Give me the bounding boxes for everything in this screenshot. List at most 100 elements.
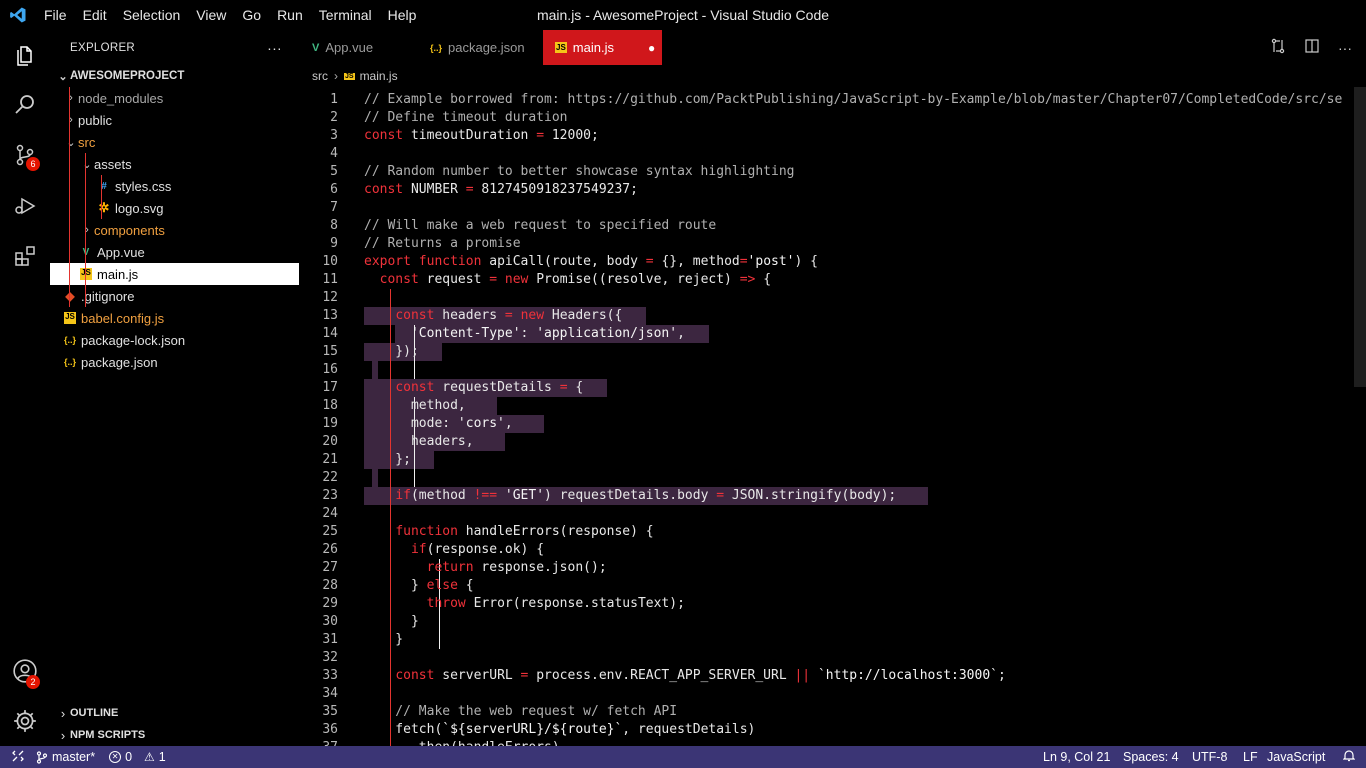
breadcrumb-separator: › [334, 69, 338, 83]
code-line[interactable]: function handleErrors(response) { [364, 523, 653, 541]
menu-terminal[interactable]: Terminal [311, 0, 380, 30]
code-line[interactable]: 'Content-Type': 'application/json', [364, 325, 685, 343]
code-line[interactable]: } [364, 613, 419, 631]
compare-changes-icon[interactable] [1270, 38, 1286, 57]
tree-item-gitignore[interactable]: ◆.gitignore [50, 285, 299, 307]
code-line[interactable]: // Example borrowed from: https://github… [364, 91, 1342, 109]
code-line[interactable]: } else { [364, 577, 474, 595]
settings-gear-icon[interactable] [0, 697, 50, 745]
code-line[interactable]: const serverURL = process.env.REACT_APP_… [364, 667, 1006, 685]
vscode-logo-icon [0, 0, 36, 30]
code-line[interactable]: // Make the web request w/ fetch API [364, 703, 677, 721]
tree-item-logo-svg[interactable]: ✲ logo.svg [50, 197, 299, 219]
account-icon[interactable]: 2 [0, 647, 50, 695]
tree-item-src[interactable]: ⌄ src [50, 131, 299, 153]
line-number: 15 [322, 344, 338, 359]
json-file-icon: {..} [430, 42, 443, 53]
status-bar: master* ✕ 0 ⚠ 1 Ln 9, Col 21 Spaces: 4 U… [0, 746, 1366, 768]
tree-item-assets[interactable]: ⌄ assets [50, 153, 299, 175]
menu-file[interactable]: File [36, 0, 75, 30]
code-line[interactable]: headers, [364, 433, 474, 451]
indentation[interactable]: Spaces: 4 [1123, 750, 1179, 764]
code-line[interactable]: // Define timeout duration [364, 109, 568, 127]
problems-indicator[interactable]: ✕ 0 ⚠ 1 [109, 750, 166, 764]
tree-item-package-json[interactable]: {..} package.json [50, 351, 299, 373]
code-editor[interactable]: 1 // Example borrowed from: https://githu… [300, 87, 1354, 746]
vertical-scrollbar[interactable] [1354, 87, 1366, 387]
cursor-position[interactable]: Ln 9, Col 21 [1043, 750, 1110, 764]
source-control-icon[interactable]: 6 [0, 131, 50, 179]
code-line[interactable]: if(method !== 'GET') requestDetails.body… [364, 487, 896, 505]
menu-help[interactable]: Help [380, 0, 425, 30]
tree-item-package-lock[interactable]: {..} package-lock.json [50, 329, 299, 351]
activity-bar: 6 2 [0, 30, 50, 746]
tree-item-public[interactable]: › public [50, 109, 299, 131]
code-line[interactable]: if(response.ok) { [364, 541, 544, 559]
line-number: 7 [330, 200, 338, 215]
npm-scripts-section[interactable]: › NPM SCRIPTS [50, 724, 300, 746]
code-line[interactable]: const headers = new Headers({ [364, 307, 622, 325]
tab-app-vue[interactable]: V App.vue [300, 30, 418, 65]
notifications-bell-icon[interactable] [1342, 749, 1356, 765]
more-actions-icon[interactable]: ··· [1338, 40, 1352, 56]
tree-item-node-modules[interactable]: › node_modules [50, 87, 299, 109]
warning-count: 1 [158, 750, 166, 764]
line-number: 21 [322, 452, 338, 467]
tree-item-components[interactable]: › components [50, 219, 299, 241]
breadcrumb-file[interactable]: main.js [360, 69, 398, 83]
line-number: 22 [322, 470, 338, 485]
menu-view[interactable]: View [188, 0, 234, 30]
tree-item-app-vue[interactable]: VApp.vue [50, 241, 299, 263]
code-line[interactable]: const requestDetails = { [364, 379, 583, 397]
extensions-icon[interactable] [0, 232, 50, 280]
code-line[interactable]: return response.json(); [364, 559, 607, 577]
tree-item-main-js[interactable]: JSmain.js [50, 263, 299, 285]
code-line[interactable]: export function apiCall(route, body = {}… [364, 253, 818, 271]
menu-go[interactable]: Go [234, 0, 269, 30]
line-number: 13 [322, 308, 338, 323]
code-line[interactable]: }; [364, 451, 411, 469]
code-line[interactable]: // Random number to better showcase synt… [364, 163, 794, 181]
line-number: 18 [322, 398, 338, 413]
code-line[interactable]: }); [364, 343, 419, 361]
outline-section[interactable]: › OUTLINE [50, 702, 300, 724]
line-number: 31 [322, 632, 338, 647]
code-line[interactable]: const NUMBER = 8127450918237549237; [364, 181, 638, 199]
tree-item-babel-config[interactable]: JS babel.config.js [50, 307, 299, 329]
more-actions-icon[interactable]: ··· [267, 40, 282, 56]
run-debug-icon[interactable] [0, 182, 50, 230]
breadcrumb-folder[interactable]: src [312, 69, 328, 83]
line-number: 5 [330, 164, 338, 179]
language-mode[interactable]: JavaScript [1267, 750, 1325, 764]
unsaved-dot-icon[interactable]: ● [648, 41, 655, 55]
code-line[interactable]: // Returns a promise [364, 235, 521, 253]
tree-item-styles-css[interactable]: # styles.css [50, 175, 299, 197]
search-icon[interactable] [0, 80, 50, 128]
branch-indicator[interactable]: master* [36, 750, 95, 764]
tree-indent-guide [85, 153, 86, 307]
editor-actions: ··· [1270, 30, 1352, 65]
remote-icon[interactable] [0, 750, 36, 765]
menu-selection[interactable]: Selection [115, 0, 189, 30]
tab-main-js[interactable]: JS main.js ● [543, 30, 662, 65]
breadcrumb: src › JS main.js [300, 65, 1366, 87]
code-line[interactable]: throw Error(response.statusText); [364, 595, 685, 613]
tab-package-json[interactable]: {..} package.json [418, 30, 543, 65]
line-number: 4 [330, 146, 338, 161]
end-of-line[interactable]: LF [1243, 750, 1258, 764]
code-line[interactable]: mode: 'cors', [364, 415, 513, 433]
code-line[interactable]: const timeoutDuration = 12000; [364, 127, 599, 145]
line-number: 36 [322, 722, 338, 737]
code-line[interactable]: .then(handleErrors) [364, 739, 560, 746]
code-line[interactable]: } [364, 631, 403, 649]
code-line[interactable]: const request = new Promise((resolve, re… [364, 271, 771, 289]
project-root[interactable]: ⌄ AWESOMEPROJECT [50, 65, 299, 87]
menu-run[interactable]: Run [269, 0, 311, 30]
split-editor-icon[interactable] [1304, 38, 1320, 57]
encoding[interactable]: UTF-8 [1192, 750, 1227, 764]
menu-edit[interactable]: Edit [75, 0, 115, 30]
code-line[interactable]: fetch(`${serverURL}/${route}`, requestDe… [364, 721, 755, 739]
explorer-icon[interactable] [0, 30, 50, 78]
code-line[interactable]: method, [364, 397, 466, 415]
code-line[interactable]: // Will make a web request to specified … [364, 217, 716, 235]
